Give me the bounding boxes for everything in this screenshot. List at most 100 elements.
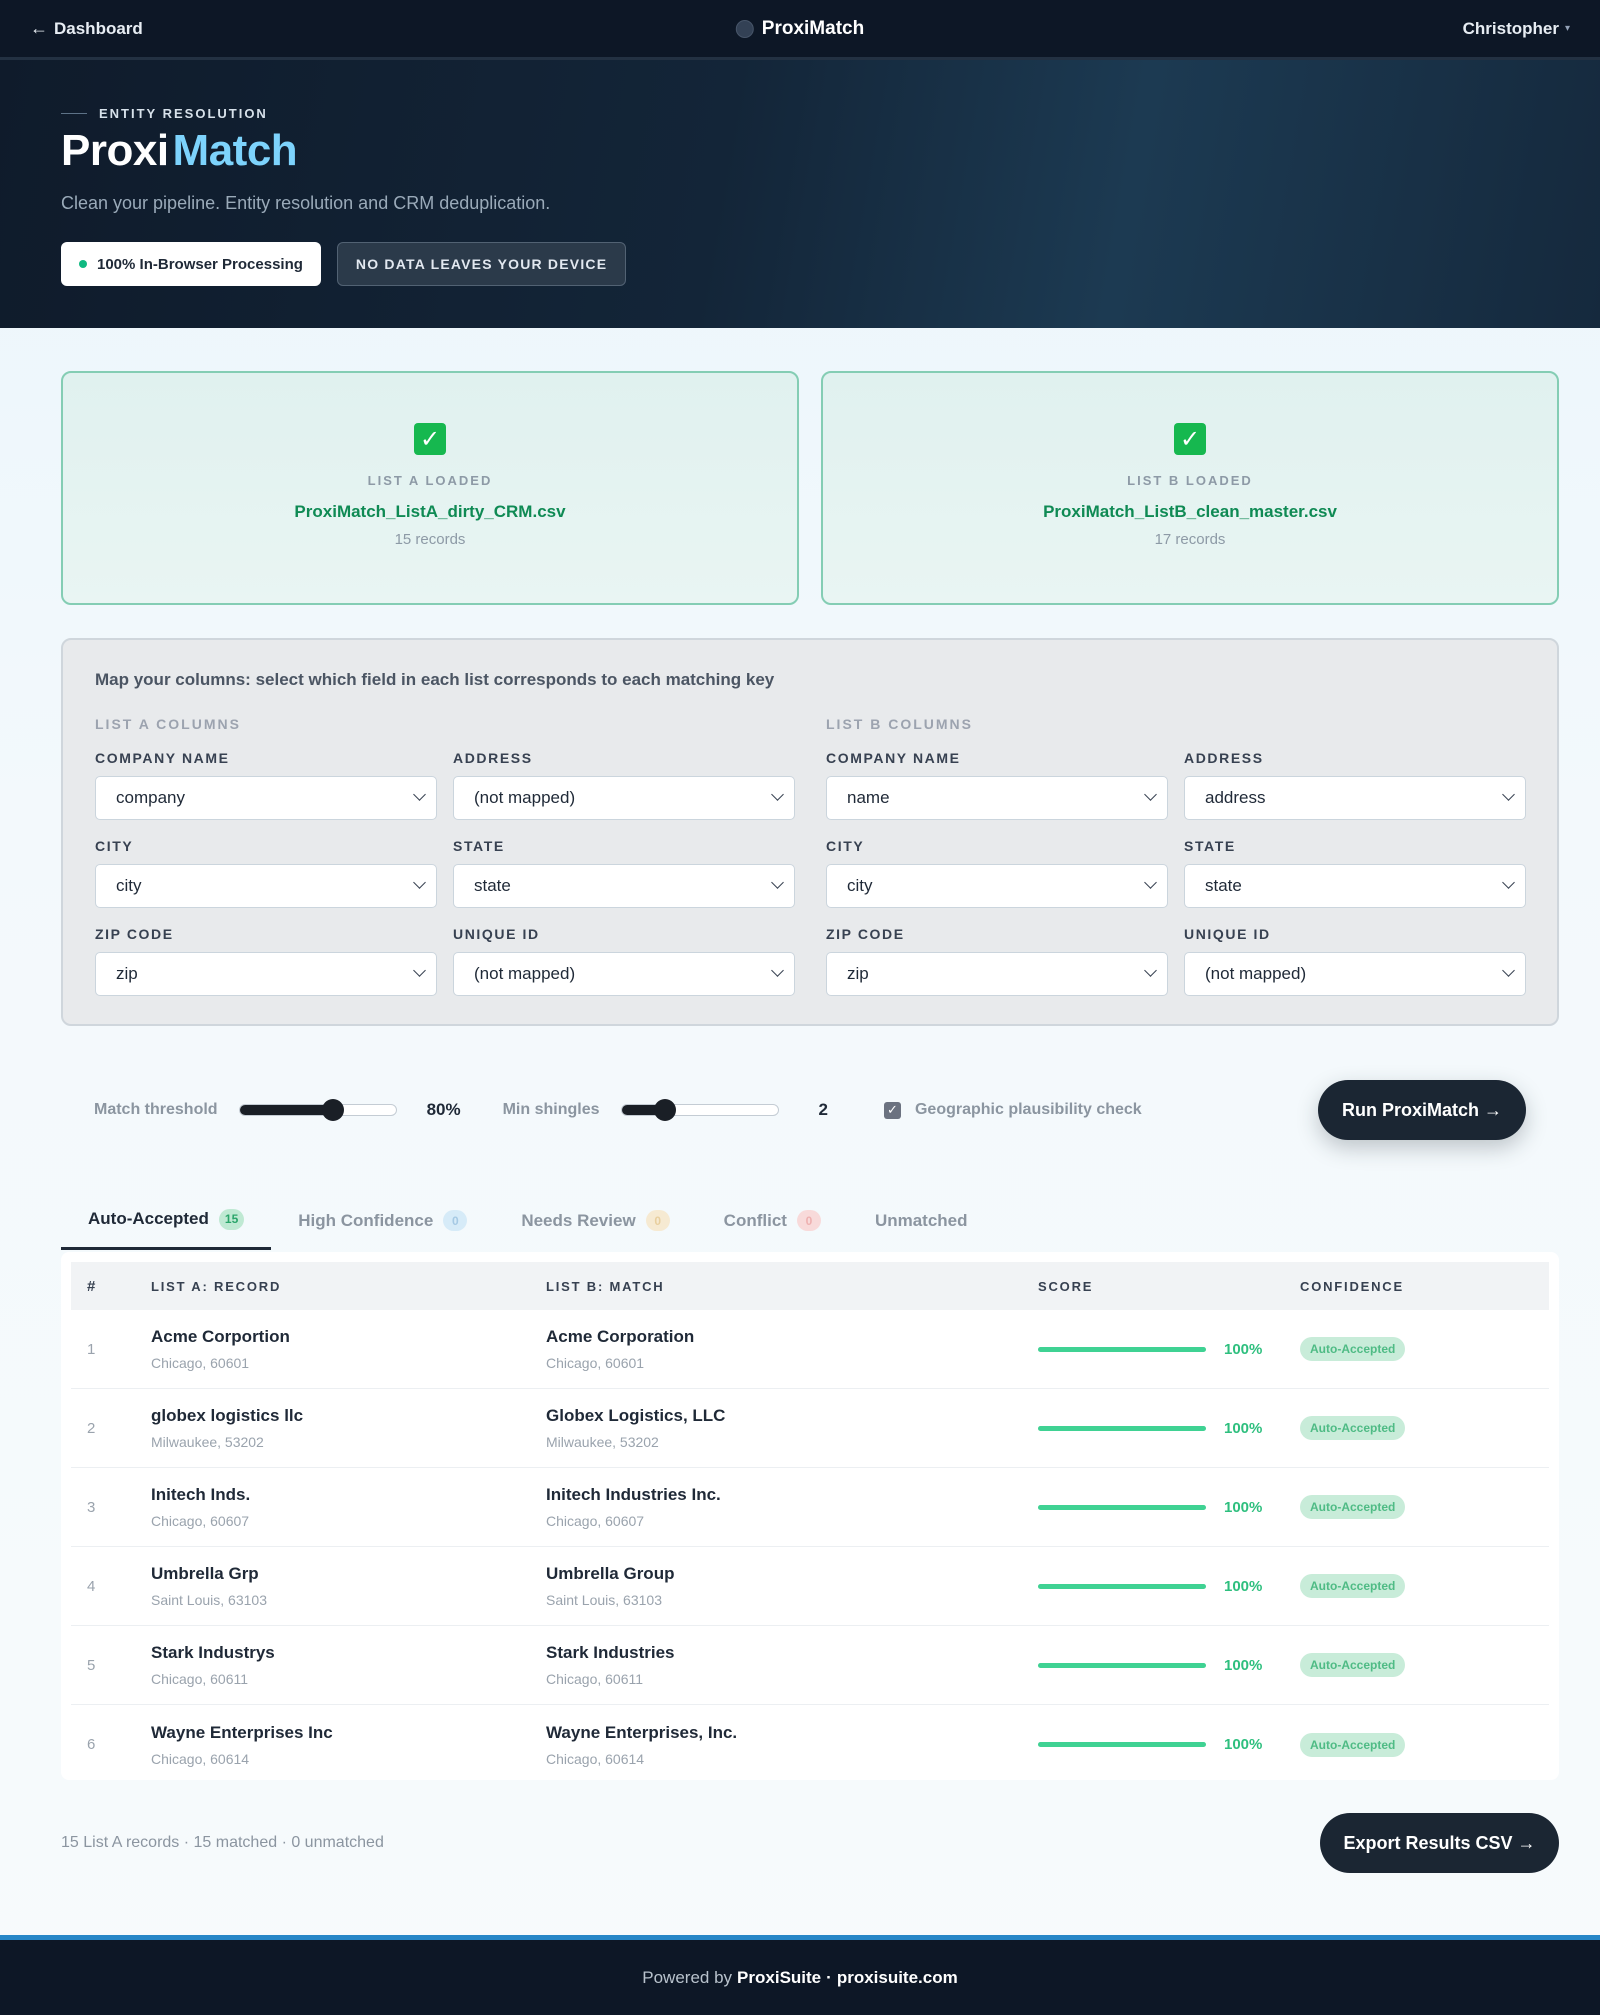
select-value: (not mapped) xyxy=(474,788,576,807)
geo-check-checkbox[interactable]: ✓ xyxy=(883,1101,901,1119)
nav-brand[interactable]: ProxiMatch xyxy=(735,17,865,40)
list-a-name: Acme Corportion xyxy=(151,1327,290,1346)
field-label: ADDRESS xyxy=(1184,750,1264,766)
tab-auto-accepted[interactable]: Auto-Accepted 15 xyxy=(61,1195,272,1250)
tab-label: High Confidence xyxy=(298,1210,434,1230)
slider-thumb[interactable] xyxy=(322,1099,345,1121)
field-label: UNIQUE ID xyxy=(1184,926,1271,942)
list-a-unique-id-select[interactable]: (not mapped) xyxy=(453,952,795,996)
processing-badge: 100% In-Browser Processing xyxy=(61,242,321,287)
list-b-unique-id-select[interactable]: (not mapped) xyxy=(1184,952,1526,996)
chevron-down-icon xyxy=(1144,964,1157,977)
list-b-state-select[interactable]: state xyxy=(1184,864,1526,908)
list-a-state-select[interactable]: state xyxy=(453,864,795,908)
back-to-dashboard-link[interactable]: ← Dashboard xyxy=(30,18,143,39)
list-a-city-select[interactable]: city xyxy=(95,864,437,908)
row-number: 3 xyxy=(87,1498,96,1516)
list-b-location: Chicago, 60601 xyxy=(546,1355,645,1371)
list-b-company-select[interactable]: name xyxy=(826,776,1168,820)
list-a-company-select[interactable]: company xyxy=(95,776,437,820)
list-b-zip-select[interactable]: zip xyxy=(826,952,1168,996)
export-csv-button[interactable]: Export Results CSV → xyxy=(1320,1813,1559,1873)
table-row[interactable]: 3 Initech Inds. Chicago, 60607 Initech Indu… xyxy=(71,1468,1549,1547)
table-row[interactable]: 2 globex logistics llc Milwaukee, 53202 Glo… xyxy=(71,1389,1549,1468)
list-b-name: Umbrella Group xyxy=(546,1564,675,1583)
field-label: UNIQUE ID xyxy=(453,926,540,942)
brand-name: ProxiMatch xyxy=(761,17,865,39)
list-a-record: Acme Corportion Chicago, 60601 xyxy=(151,1327,546,1371)
list-a-name: globex logistics llc xyxy=(151,1406,304,1425)
tab-count-badge: 0 xyxy=(645,1210,670,1231)
table-row[interactable]: 4 Umbrella Grp Saint Louis, 63103 Umbrella … xyxy=(71,1547,1549,1626)
row-number: 4 xyxy=(87,1577,96,1595)
list-a-name: Initech Inds. xyxy=(151,1485,251,1504)
back-label: Dashboard xyxy=(54,18,143,38)
select-value: (not mapped) xyxy=(1205,964,1307,983)
list-a-upload-card[interactable]: ✓ LIST A LOADED ProxiMatch_ListA_dirty_C… xyxy=(61,371,799,605)
confidence-cell: Auto-Accepted xyxy=(1300,1416,1540,1440)
list-a-name: Umbrella Grp xyxy=(151,1564,259,1583)
table-row[interactable]: 5 Stark Industrys Chicago, 60611 Stark Indu… xyxy=(71,1626,1549,1705)
field-label: STATE xyxy=(453,838,505,854)
tab-high-confidence[interactable]: High Confidence 0 xyxy=(271,1195,494,1246)
confidence-badge: Auto-Accepted xyxy=(1300,1495,1406,1519)
tab-count-badge: 0 xyxy=(443,1210,468,1231)
slider-thumb[interactable] xyxy=(654,1099,677,1121)
confidence-badge: Auto-Accepted xyxy=(1300,1653,1406,1677)
list-a-address-select[interactable]: (not mapped) xyxy=(453,776,795,820)
footer-separator: · xyxy=(826,1967,832,1987)
score-bar-fill xyxy=(1038,1742,1206,1747)
select-value: city xyxy=(847,876,873,895)
select-value: zip xyxy=(116,964,138,983)
chevron-down-icon xyxy=(1144,788,1157,801)
shingles-slider[interactable] xyxy=(620,1099,779,1121)
score-cell: 100% xyxy=(1038,1736,1300,1753)
chevron-down-icon xyxy=(1502,788,1515,801)
confidence-badge: Auto-Accepted xyxy=(1300,1732,1406,1757)
list-b-match: Initech Industries Inc. Chicago, 60607 xyxy=(546,1485,1038,1529)
list-a-file-name: ProxiMatch_ListA_dirty_CRM.csv xyxy=(294,502,566,521)
geo-check-label: Geographic plausibility check xyxy=(914,1101,1142,1118)
chevron-down-icon xyxy=(413,876,426,889)
list-b-columns-header: LIST B COLUMNS xyxy=(826,716,973,732)
row-number: 6 xyxy=(87,1736,96,1753)
list-b-match: Globex Logistics, LLC Milwaukee, 53202 xyxy=(546,1406,1038,1450)
score-bar xyxy=(1038,1742,1206,1747)
run-proximatch-button[interactable]: Run ProxiMatch → xyxy=(1318,1080,1526,1140)
tab-needs-review[interactable]: Needs Review 0 xyxy=(494,1195,696,1246)
tab-unmatched[interactable]: Unmatched xyxy=(848,1195,995,1246)
score-bar xyxy=(1038,1662,1206,1668)
footer-url-link[interactable]: proxisuite.com xyxy=(837,1968,958,1988)
score-cell: 100% xyxy=(1038,1341,1300,1358)
table-row[interactable]: 6 Wayne Enterprises Inc Chicago, 60614 Wayn… xyxy=(71,1705,1549,1784)
col-header-list-b: LIST B: MATCH xyxy=(546,1278,665,1294)
row-number: 5 xyxy=(87,1656,96,1674)
table-header: # LIST A: RECORD LIST B: MATCH SCORE CON… xyxy=(71,1262,1549,1310)
hero-badges: 100% In-Browser Processing NO DATA LEAVE… xyxy=(61,242,1539,287)
list-b-address-select[interactable]: address xyxy=(1184,776,1526,820)
list-a-location: Chicago, 60607 xyxy=(151,1513,250,1529)
match-controls: Match threshold 80% Min shingles 2 ✓ Geo… xyxy=(94,1080,1526,1140)
user-menu[interactable]: Christopher ▾ xyxy=(1463,19,1570,39)
confidence-cell: Auto-Accepted xyxy=(1300,1495,1540,1519)
hero-subtitle: Clean your pipeline. Entity resolution a… xyxy=(61,193,551,214)
list-b-city-select[interactable]: city xyxy=(826,864,1168,908)
score-bar-fill xyxy=(1038,1662,1206,1668)
list-b-loaded-label: LIST B LOADED xyxy=(1127,473,1253,488)
page-title: ProxiMatch xyxy=(61,126,1539,175)
threshold-slider[interactable] xyxy=(238,1099,397,1121)
footer-brand-link[interactable]: ProxiSuite xyxy=(737,1968,821,1988)
chevron-down-icon xyxy=(1502,964,1515,977)
threshold-value: 80% xyxy=(426,1100,461,1119)
list-b-upload-card[interactable]: ✓ LIST B LOADED ProxiMatch_ListB_clean_m… xyxy=(821,371,1559,605)
list-a-location: Chicago, 60614 xyxy=(151,1750,250,1767)
tab-conflict[interactable]: Conflict 0 xyxy=(697,1195,848,1246)
score-cell: 100% xyxy=(1038,1499,1300,1516)
table-row[interactable]: 1 Acme Corportion Chicago, 60601 Acme Corpo… xyxy=(71,1310,1549,1389)
row-number: 1 xyxy=(87,1340,96,1358)
field-label: ZIP CODE xyxy=(826,926,905,942)
results-table: # LIST A: RECORD LIST B: MATCH SCORE CON… xyxy=(61,1252,1559,1780)
field-label: CITY xyxy=(826,838,865,854)
list-a-zip-select[interactable]: zip xyxy=(95,952,437,996)
list-a-name: Wayne Enterprises Inc xyxy=(151,1722,333,1742)
